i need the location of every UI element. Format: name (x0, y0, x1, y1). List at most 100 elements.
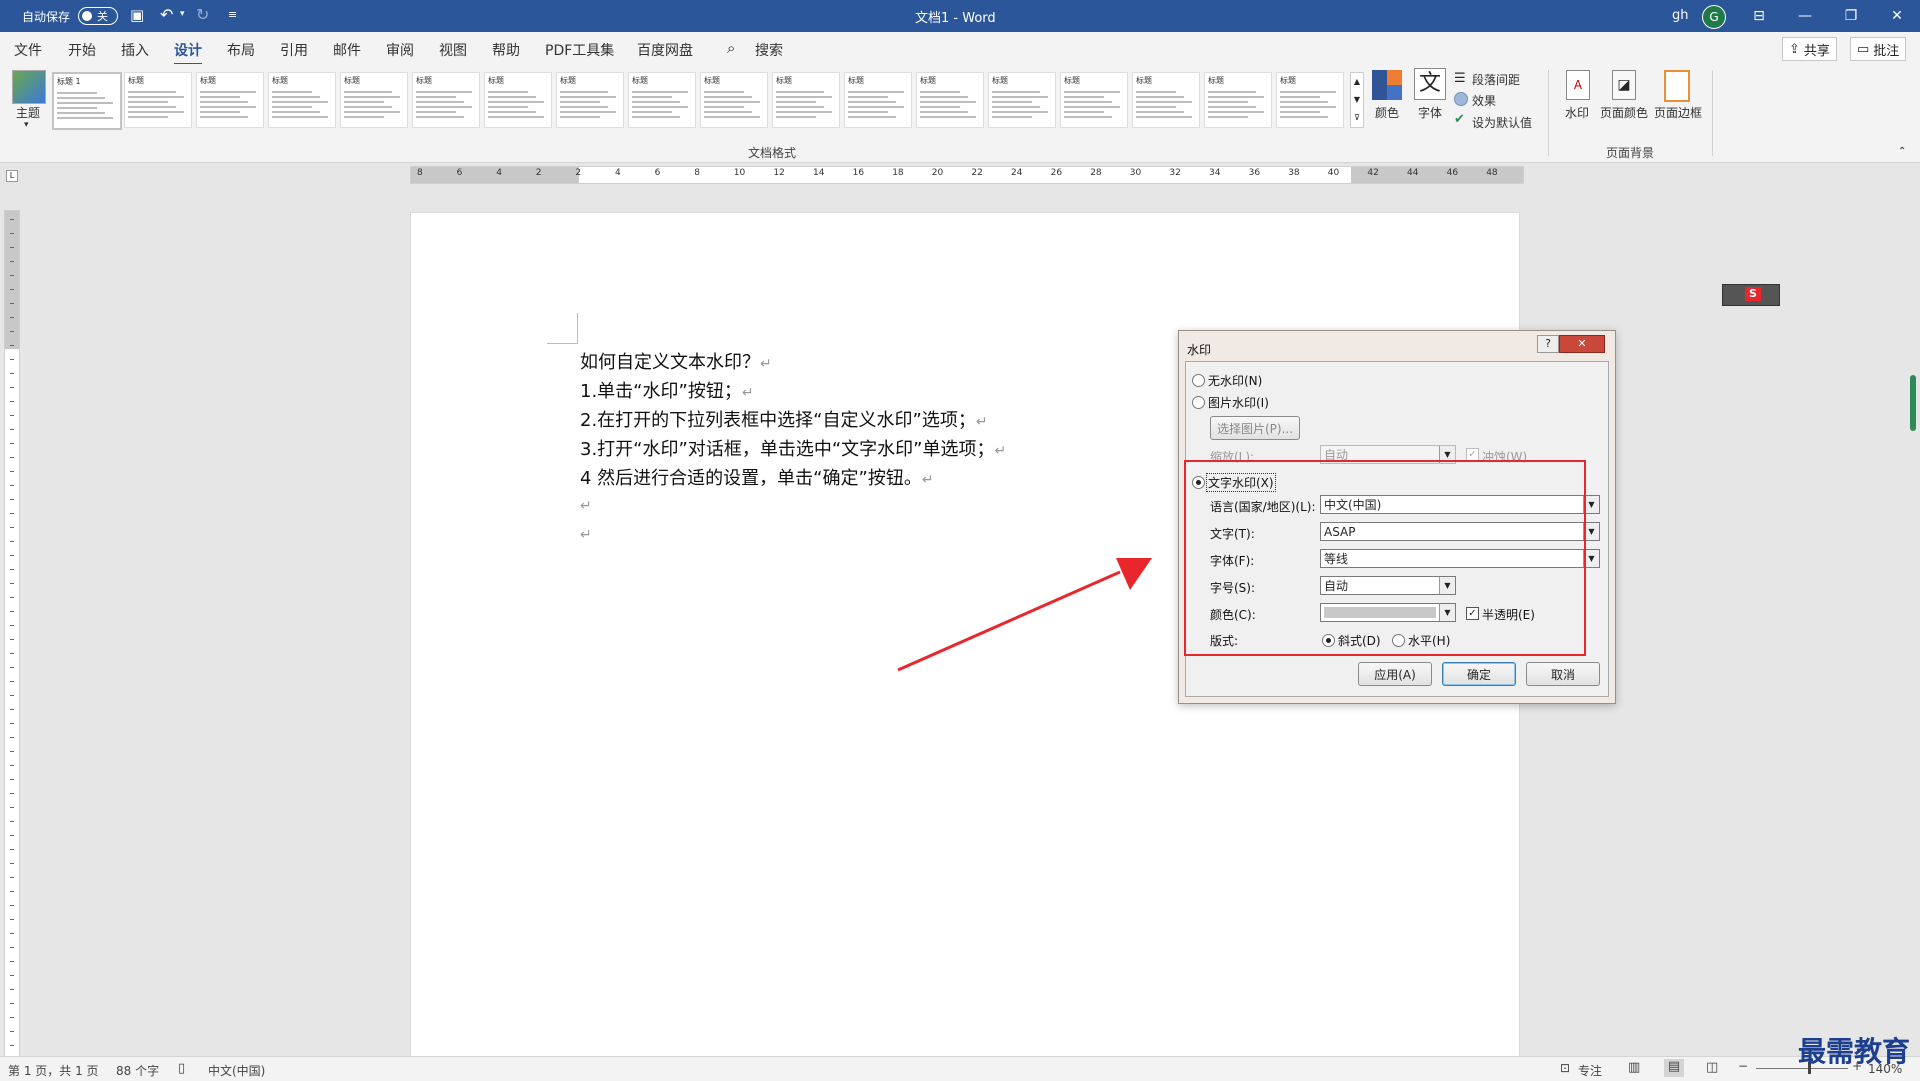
fonts-icon[interactable]: 文 (1414, 68, 1446, 100)
autosave-toggle[interactable]: 关 (78, 7, 118, 25)
share-button[interactable]: ⇪ 共享 (1782, 37, 1837, 61)
style-thumb[interactable]: 标题 (1204, 72, 1272, 128)
theme-icon[interactable] (12, 70, 46, 104)
search-icon[interactable]: ⌕ (727, 39, 735, 57)
cancel-button[interactable]: 取消 (1526, 662, 1600, 686)
style-thumb[interactable]: 标题 (1060, 72, 1128, 128)
picture-watermark-radio[interactable] (1192, 396, 1205, 409)
document-paragraph[interactable]: ↵ (580, 494, 592, 515)
tab-selector-icon[interactable]: L (6, 170, 18, 182)
colors-icon[interactable] (1372, 70, 1402, 100)
customize-qat-icon[interactable]: ≡ (228, 8, 237, 21)
proofing-icon[interactable]: ▯ (178, 1061, 185, 1076)
tab-insert[interactable]: 插入 (121, 40, 149, 60)
colors-button-label[interactable]: 颜色 (1375, 104, 1399, 121)
tab-pdf-tools[interactable]: PDF工具集 (545, 40, 614, 60)
style-thumb[interactable]: 标题 (556, 72, 624, 128)
style-thumb[interactable]: 标题 (772, 72, 840, 128)
restore-icon[interactable]: ❐ (1828, 0, 1874, 32)
close-icon[interactable]: ✕ (1874, 0, 1920, 32)
style-thumb[interactable]: 标题 (412, 72, 480, 128)
style-thumb[interactable]: 标题 (916, 72, 984, 128)
document-paragraph[interactable]: 1.单击“水印”按钮；↵ (580, 377, 754, 403)
no-watermark-radio[interactable] (1192, 374, 1205, 387)
style-thumb[interactable]: 标题 (196, 72, 264, 128)
tab-baidu-netdisk[interactable]: 百度网盘 (637, 40, 693, 60)
horizontal-ruler[interactable]: 8 6 4 2 2 4 6 8 10 12 14 16 18 20 22 24 26 28 30 32 34 36 38 40… (410, 166, 1524, 184)
document-paragraph[interactable]: 2.在打开的下拉列表框中选择“自定义水印”选项；↵ (580, 406, 988, 432)
avatar[interactable]: G (1702, 5, 1726, 29)
style-thumb[interactable]: 标题 (484, 72, 552, 128)
minimize-icon[interactable]: — (1782, 0, 1828, 32)
scroll-indicator[interactable] (1910, 375, 1916, 431)
sogou-icon[interactable]: S (1745, 287, 1761, 301)
language-status[interactable]: 中文(中国) (208, 1062, 265, 1079)
ok-button[interactable]: 确定 (1442, 662, 1516, 686)
watermark-button-label[interactable]: 水印 (1565, 104, 1589, 121)
style-thumb[interactable]: 标题 (844, 72, 912, 128)
paragraph-spacing-label[interactable]: 段落间距 (1472, 71, 1520, 88)
style-thumb[interactable]: 标题 (1132, 72, 1200, 128)
tab-mailings[interactable]: 邮件 (333, 40, 361, 60)
style-thumb[interactable]: 标题 (628, 72, 696, 128)
set-default-icon[interactable]: ✔ (1454, 112, 1465, 127)
ribbon-display-icon[interactable]: ⊟ (1736, 0, 1782, 32)
save-icon[interactable]: ▣ (130, 6, 144, 24)
print-layout-icon[interactable]: ▤ (1664, 1059, 1684, 1077)
select-picture-button[interactable]: 选择图片(P)... (1210, 416, 1300, 440)
page-color-button-label[interactable]: 页面颜色 (1600, 104, 1648, 121)
document-paragraph[interactable]: 4 然后进行合适的设置，单击“确定”按钮。↵ (580, 464, 934, 490)
fonts-button-label[interactable]: 字体 (1418, 104, 1442, 121)
tab-layout[interactable]: 布局 (227, 40, 255, 60)
style-thumb[interactable]: 标题 1 (52, 72, 122, 130)
tab-review[interactable]: 审阅 (386, 40, 414, 60)
page-color-icon[interactable]: ◪ (1612, 70, 1636, 100)
focus-label[interactable]: 专注 (1578, 1062, 1602, 1079)
zoom-out-icon[interactable]: − (1738, 1059, 1748, 1073)
theme-dropdown-icon[interactable]: ▾ (24, 120, 29, 130)
focus-icon[interactable]: ⊡ (1560, 1061, 1570, 1075)
paragraph-spacing-icon[interactable]: ☰ (1454, 71, 1466, 86)
style-thumb[interactable]: 标题 (700, 72, 768, 128)
vertical-ruler[interactable] (4, 210, 20, 1057)
style-thumb[interactable]: 标题 (1276, 72, 1344, 128)
tab-design[interactable]: 设计 (174, 40, 202, 66)
tab-references[interactable]: 引用 (280, 40, 308, 60)
theme-button-label[interactable]: 主题 (16, 104, 40, 121)
tab-help[interactable]: 帮助 (492, 40, 520, 60)
style-thumb[interactable]: 标题 (988, 72, 1056, 128)
web-layout-icon[interactable]: ◫ (1706, 1060, 1718, 1075)
collapse-ribbon-icon[interactable]: ⌃ (1898, 146, 1906, 157)
comments-button[interactable]: ▭ 批注 (1850, 37, 1907, 61)
tab-view[interactable]: 视图 (439, 40, 467, 60)
page-count[interactable]: 第 1 页，共 1 页 (8, 1062, 99, 1079)
no-watermark-label[interactable]: 无水印(N) (1208, 372, 1262, 389)
style-thumb[interactable]: 标题 (268, 72, 336, 128)
help-button[interactable]: ? (1537, 335, 1559, 353)
ime-toolbar[interactable]: S (1722, 284, 1780, 306)
gallery-scroll[interactable]: ▲ ▼ ⊽ (1350, 72, 1364, 128)
document-paragraph[interactable]: 如何自定义文本水印？↵ (580, 348, 772, 374)
picture-watermark-label[interactable]: 图片水印(I) (1208, 394, 1269, 411)
style-thumb[interactable]: 标题 (340, 72, 408, 128)
effects-label[interactable]: 效果 (1472, 92, 1496, 109)
apply-button[interactable]: 应用(A) (1358, 662, 1432, 686)
page-border-button-label[interactable]: 页面边框 (1654, 104, 1702, 121)
user-name[interactable]: gh (1672, 8, 1689, 23)
watermark-icon[interactable]: A (1566, 70, 1590, 100)
tab-home[interactable]: 开始 (68, 40, 96, 60)
effects-icon[interactable] (1454, 92, 1468, 106)
style-thumb[interactable]: 标题 (124, 72, 192, 128)
dialog-close-button[interactable]: ✕ (1559, 335, 1605, 353)
set-default-label[interactable]: 设为默认值 (1472, 114, 1532, 131)
document-paragraph[interactable]: ↵ (580, 523, 592, 544)
read-mode-icon[interactable]: ▥ (1628, 1060, 1640, 1075)
tab-file[interactable]: 文件 (14, 40, 42, 60)
undo-icon[interactable]: ↶ (160, 5, 173, 24)
document-paragraph[interactable]: 3.打开“水印”对话框，单击选中“文字水印”单选项；↵ (580, 435, 1006, 461)
search-label[interactable]: 搜索 (755, 40, 783, 60)
undo-dropdown-icon[interactable]: ▾ (180, 9, 185, 19)
page-border-icon[interactable] (1664, 70, 1690, 102)
word-count[interactable]: 88 个字 (116, 1062, 159, 1079)
redo-icon[interactable]: ↻ (196, 5, 209, 24)
